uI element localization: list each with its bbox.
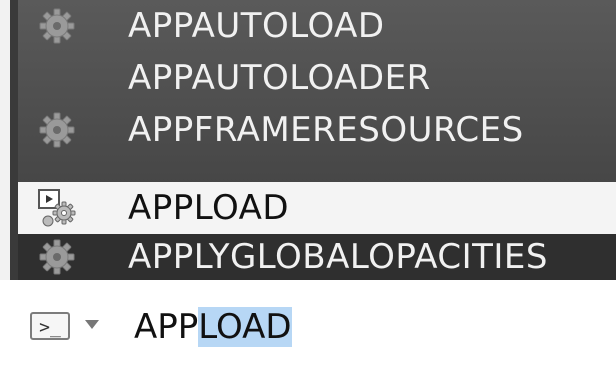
autocomplete-item-applyglobalopacities[interactable]: APPLYGLOBALOPACITIES: [18, 234, 616, 280]
appload-icon: [38, 189, 76, 227]
gear-icon: [39, 239, 75, 275]
popup-left-shadow: [10, 0, 18, 280]
autocomplete-item-label: APPFRAMERESOURCES: [128, 110, 524, 150]
gear-icon: [39, 8, 75, 44]
autocomplete-item-appframeresources[interactable]: APPFRAMERESOURCES: [18, 104, 616, 156]
gear-icon: [39, 112, 75, 148]
autocomplete-item-label: APPAUTOLOADER: [128, 58, 431, 98]
command-input[interactable]: APPLOAD: [134, 305, 292, 349]
autocomplete-item-appautoloader[interactable]: APPAUTOLOADER: [18, 52, 616, 104]
command-autocomplete-suggestion: LOAD: [198, 307, 292, 347]
autocomplete-item-appautoload[interactable]: APPAUTOLOAD: [18, 0, 616, 52]
command-typed-text: APP: [134, 307, 199, 347]
autocomplete-item-label: APPAUTOLOAD: [128, 6, 385, 46]
autocomplete-item-appload[interactable]: APPLOAD: [18, 182, 616, 234]
autocomplete-item-label: APPLOAD: [128, 188, 290, 228]
command-prompt-icon[interactable]: >_: [30, 312, 70, 340]
autocomplete-item-label: APPLYGLOBALOPACITIES: [128, 237, 548, 277]
popup-left-border: [0, 0, 10, 280]
chevron-down-icon[interactable]: [85, 320, 99, 329]
autocomplete-popup: APPAUTOLOAD APPAUTOLOADER APPFRAMERESOUR…: [0, 0, 616, 280]
